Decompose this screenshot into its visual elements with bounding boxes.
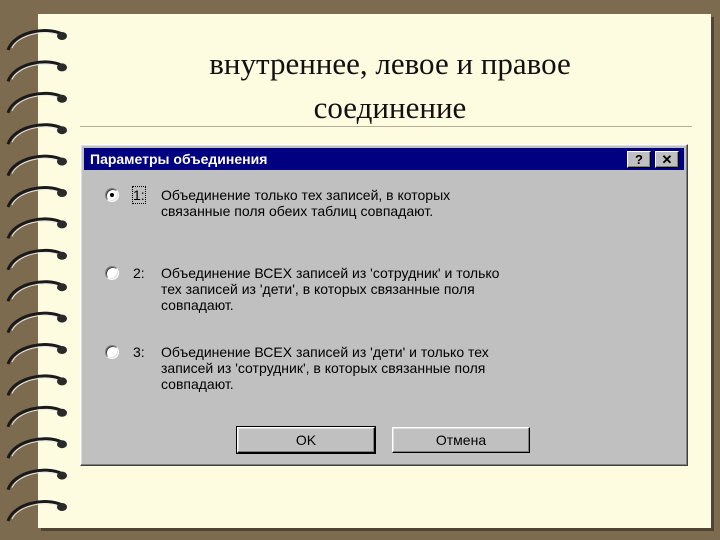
spiral-ring-highlight [11, 189, 59, 206]
binding-hole [57, 503, 67, 511]
option-text-1: Объединение только тех записей, в которы… [161, 187, 451, 219]
title-divider [80, 126, 692, 127]
binding-hole [57, 377, 67, 386]
binding-hole [57, 471, 67, 480]
binding-hole [57, 408, 67, 417]
close-button[interactable]: ✕ [655, 151, 679, 168]
spiral-ring-highlight [11, 471, 59, 488]
spiral-ring-highlight [11, 157, 59, 174]
slide-title: внутреннее, левое и правое соединение [120, 42, 660, 130]
spiral-ring-highlight [11, 32, 59, 49]
spiral-ring-highlight [11, 346, 59, 363]
spiral-ring-highlight [11, 408, 59, 426]
option-number-1: 1: [132, 186, 146, 204]
spiral-ring-highlight [11, 126, 59, 143]
binding-hole [57, 283, 67, 292]
option-number-2: 2: [133, 265, 145, 281]
option-text-2: Объединение ВСЕХ записей из 'сотрудник' … [161, 265, 500, 313]
spiral-ring-highlight [11, 377, 59, 394]
spiral-ring-highlight [11, 314, 59, 331]
spiral-ring-highlight [11, 94, 59, 112]
spiral-ring-highlight [11, 220, 59, 237]
binding-hole [57, 346, 67, 354]
binding-hole [57, 32, 67, 40]
spiral-ring-highlight [11, 251, 59, 269]
spiral-ring-highlight [11, 503, 59, 520]
spiral-binding-icon [6, 29, 67, 522]
option-number-3: 3: [133, 344, 145, 360]
radio-selected-dot [110, 193, 114, 197]
binding-hole [57, 126, 67, 135]
join-properties-dialog: Параметры объединения ? ✕ 1: Объединение… [80, 144, 688, 466]
binding-hole [57, 220, 67, 229]
radio-option-1[interactable] [105, 188, 119, 202]
cancel-button[interactable]: Отмена [392, 427, 530, 453]
dialog-title: Параметры объединения [90, 151, 268, 167]
spiral-ring-highlight [11, 63, 59, 80]
dialog-titlebar[interactable]: Параметры объединения ? ✕ [84, 148, 684, 170]
slide-title-line1: внутреннее, левое и правое [209, 46, 571, 81]
help-button[interactable]: ? [627, 151, 651, 168]
binding-hole [57, 440, 67, 449]
radio-option-3[interactable] [105, 345, 119, 359]
radio-option-2[interactable] [105, 266, 119, 280]
binding-hole [57, 189, 67, 197]
option-text-3: Объединение ВСЕХ записей из 'дети' и тол… [161, 344, 489, 392]
spiral-ring-highlight [11, 440, 59, 457]
binding-hole [57, 94, 67, 103]
spiral-ring-highlight [11, 283, 59, 300]
binding-hole [57, 63, 67, 72]
binding-hole [57, 314, 67, 323]
binding-hole [57, 251, 67, 260]
binding-hole [57, 157, 67, 166]
ok-button[interactable]: OK [236, 426, 376, 454]
slide-title-line2: соединение [313, 90, 467, 125]
